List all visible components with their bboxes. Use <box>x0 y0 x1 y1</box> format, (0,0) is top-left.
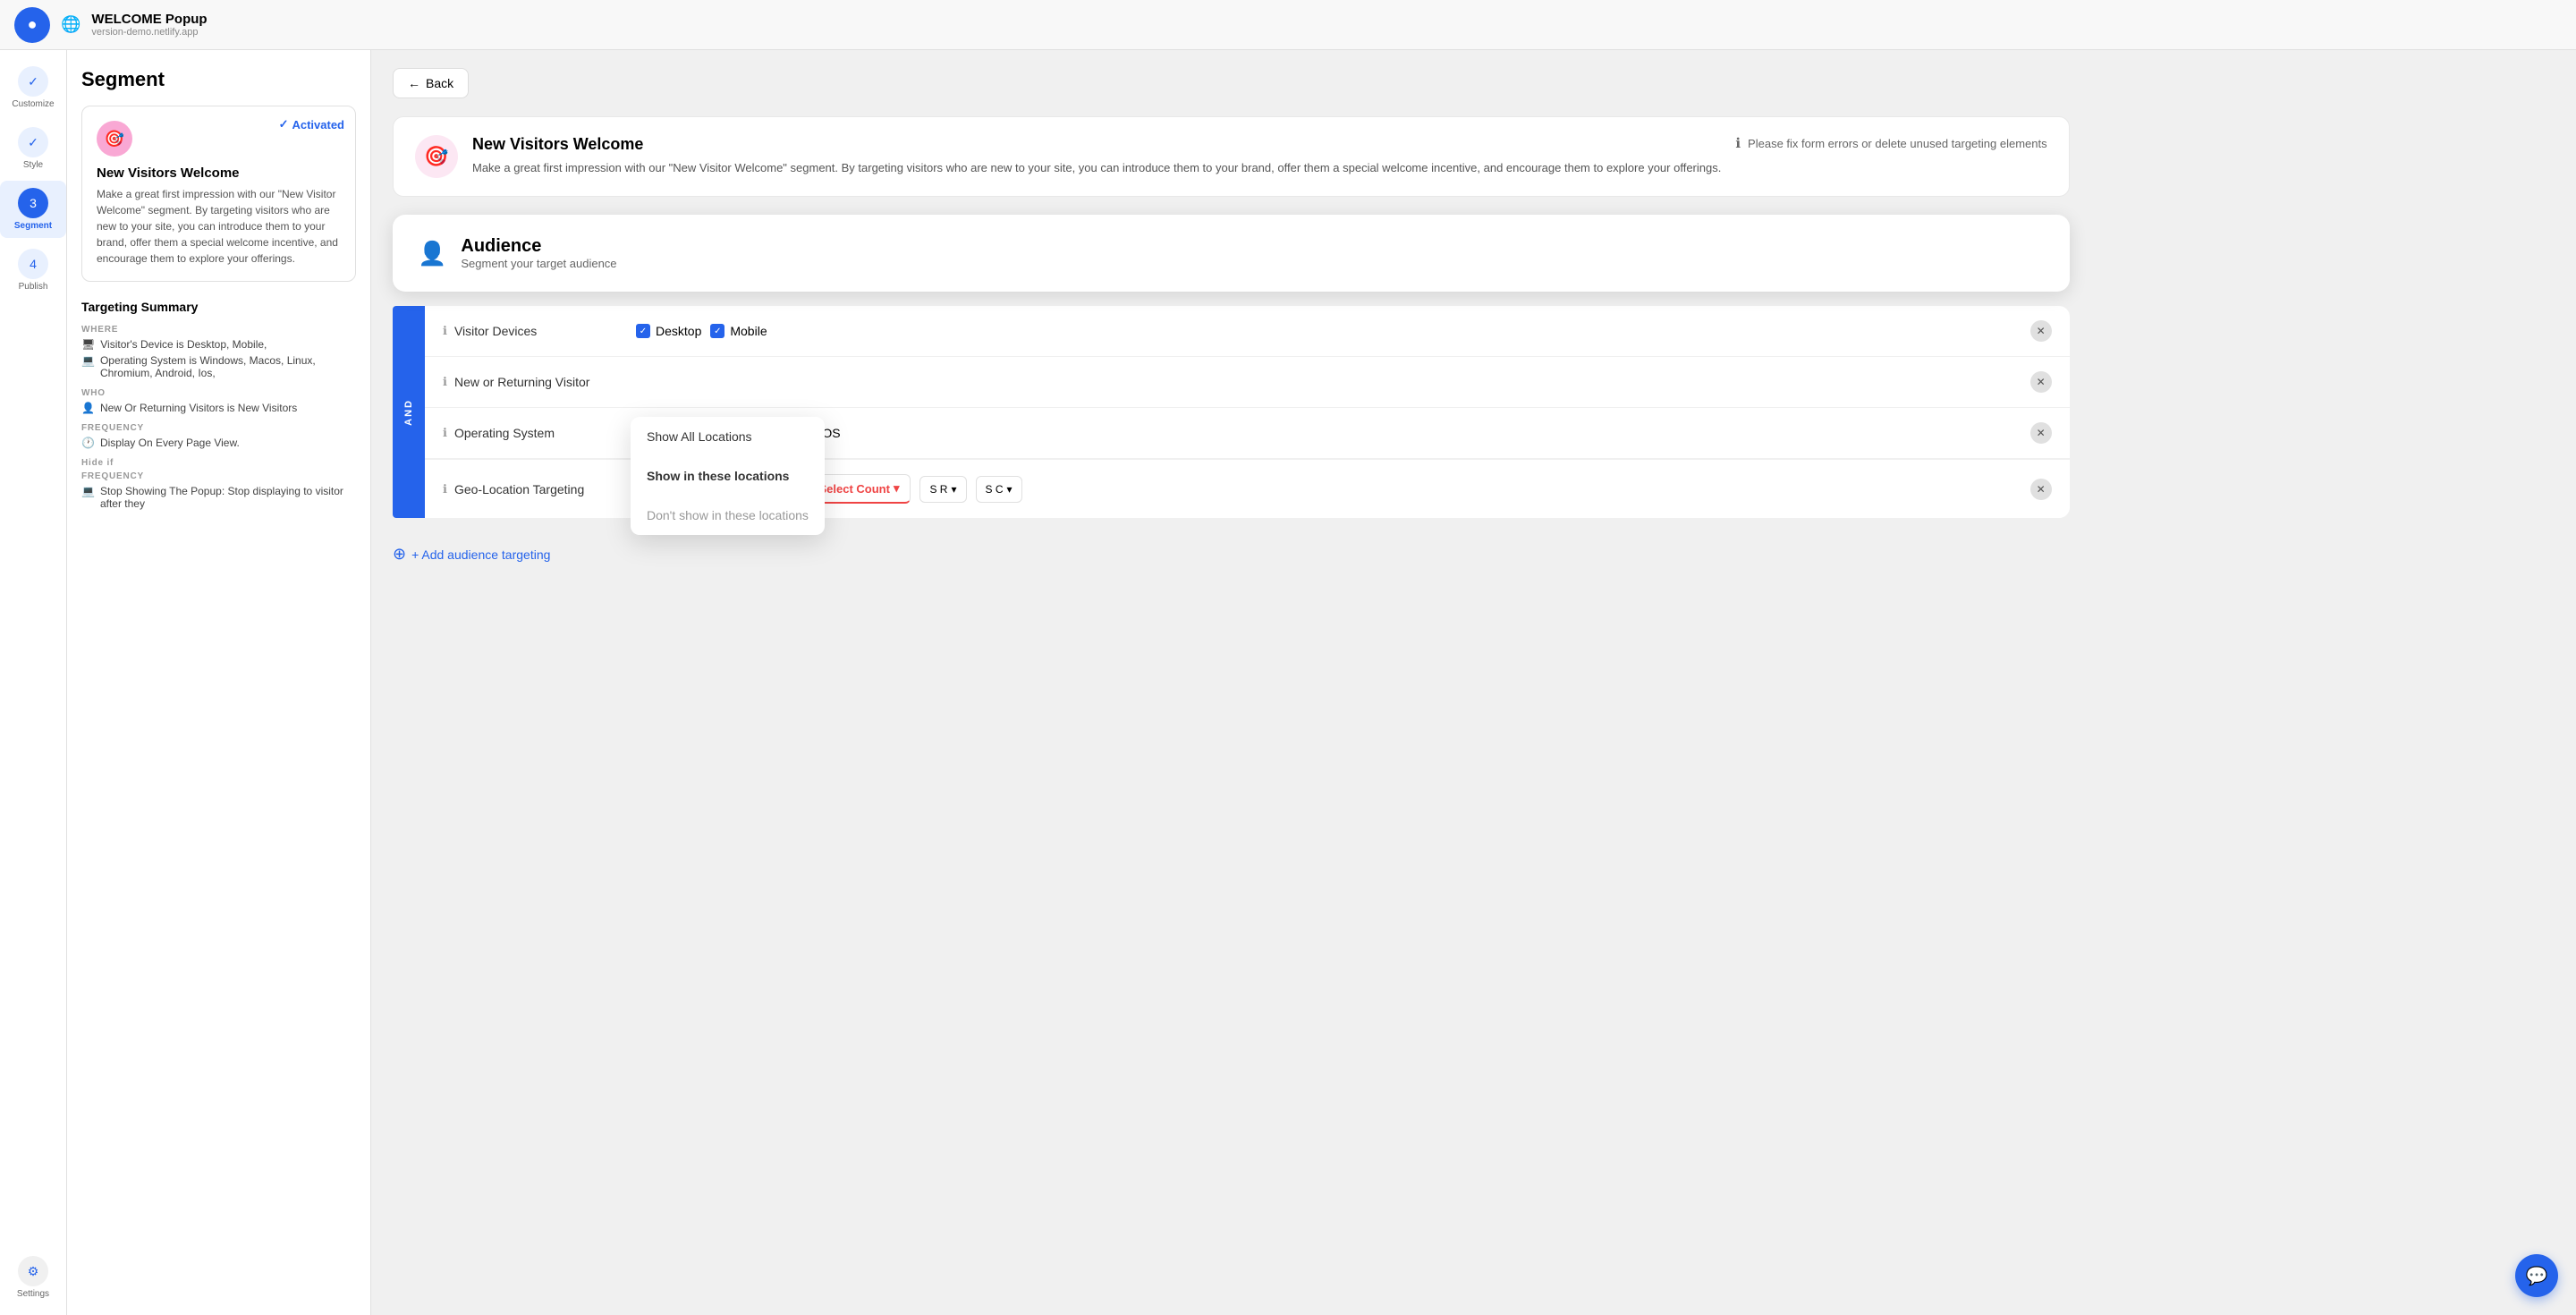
info-icon-geo: ℹ <box>443 482 447 496</box>
targeting-item: 💻 Operating System is Windows, Macos, Li… <box>81 354 356 379</box>
targeting-item: 👤 New Or Returning Visitors is New Visit… <box>81 402 356 414</box>
audience-card-title: Audience <box>461 236 616 257</box>
info-card-content: New Visitors Welcome Make a great first … <box>472 135 1721 178</box>
back-button[interactable]: ← Back <box>393 68 469 98</box>
icon-bar-label-customize: Customize <box>12 99 54 109</box>
os-label: ℹ Operating System <box>443 426 622 440</box>
hide-icon: 💻 <box>81 485 95 497</box>
targeting-summary: Targeting Summary WHERE 🖥 Visitor's Devi… <box>81 300 356 519</box>
segment-card: ✓ Activated 🎯 New Visitors Welcome Make … <box>81 106 356 282</box>
visitor-devices-label: ℹ Visitor Devices <box>443 324 622 338</box>
back-arrow-icon: ← <box>408 76 420 90</box>
info-card-icon: 🎯 <box>415 135 458 178</box>
os-controls: ws ✓ MacOs ✓ Android ✓ IOS <box>636 426 2016 440</box>
icon-bar-item-style[interactable]: ✓ Style <box>0 120 66 177</box>
icon-bar-item-customize[interactable]: ✓ Customize <box>0 59 66 116</box>
mobile-label: Mobile <box>730 324 767 338</box>
new-returning-row: ℹ New or Returning Visitor ✕ <box>425 357 2070 408</box>
audience-card-subtitle: Segment your target audience <box>461 257 616 270</box>
location-dropdown-menu: Show All Locations Show in these locatio… <box>631 417 825 535</box>
and-connector: AND <box>393 306 425 518</box>
frequency-label: FREQUENCY <box>81 423 356 433</box>
os-icon: 💻 <box>81 354 95 367</box>
icon-bar-label-settings: Settings <box>17 1289 49 1299</box>
hide-if-label: Hide if <box>81 458 356 468</box>
info-card: 🎯 New Visitors Welcome Make a great firs… <box>393 116 2070 197</box>
and-label: AND <box>403 399 414 426</box>
info-icon-devices: ℹ <box>443 324 447 338</box>
sidebar-title: Segment <box>81 68 356 91</box>
add-audience-targeting-button[interactable]: ⊕ + Add audience targeting <box>393 536 550 573</box>
chevron-down-sr-icon: ▾ <box>951 483 956 496</box>
chevron-down-sc-icon: ▾ <box>1007 483 1013 496</box>
hide-freq-label: FREQUENCY <box>81 471 356 481</box>
geo-label: ℹ Geo-Location Targeting <box>443 482 622 496</box>
info-icon-returning: ℹ <box>443 375 447 389</box>
app-title: WELCOME Popup <box>91 12 207 27</box>
icon-bar-item-segment[interactable]: 3 Segment <box>0 181 66 238</box>
targeting-summary-title: Targeting Summary <box>81 300 356 314</box>
geo-sc-select[interactable]: S C ▾ <box>976 476 1022 503</box>
mobile-checkbox[interactable]: ✓ <box>710 324 724 338</box>
desktop-checkbox-item[interactable]: ✓ Desktop <box>636 324 701 338</box>
user-icon: 👤 <box>81 402 95 414</box>
chat-icon: 💬 <box>2526 1265 2548 1287</box>
chevron-down-geo-icon: ▾ <box>894 481 900 496</box>
check-icon: ✓ <box>279 117 289 132</box>
targeting-item: 🕐 Display On Every Page View. <box>81 437 356 449</box>
warning-message: ℹ Please fix form errors or delete unuse… <box>1735 135 2046 151</box>
clock-icon: 🕐 <box>81 437 95 449</box>
icon-bar-item-publish[interactable]: 4 Publish <box>0 242 66 299</box>
desktop-label: Desktop <box>656 324 701 338</box>
desktop-checkbox[interactable]: ✓ <box>636 324 650 338</box>
who-label: WHO <box>81 388 356 398</box>
os-row: ℹ Operating System ws ✓ MacOs ✓ Android <box>425 408 2070 459</box>
audience-card: 👤 Audience Segment your target audience <box>393 215 2070 292</box>
globe-icon: 🌐 <box>61 15 80 34</box>
segment-card-icon: 🎯 <box>97 121 132 157</box>
targeting-item: 💻 Stop Showing The Popup: Stop displayin… <box>81 485 356 510</box>
remove-geo-button[interactable]: ✕ <box>2030 479 2052 500</box>
remove-devices-button[interactable]: ✕ <box>2030 320 2052 342</box>
icon-bar: ✓ Customize ✓ Style 3 Segment 4 Publish … <box>0 50 67 1315</box>
info-icon-os: ℹ <box>443 426 447 440</box>
visitor-devices-row: ℹ Visitor Devices ✓ Desktop ✓ Mobile <box>425 306 2070 357</box>
chat-fab-button[interactable]: 💬 <box>2515 1254 2558 1297</box>
plus-circle-icon: ⊕ <box>393 545 406 564</box>
main-content: ← Back 🎯 New Visitors Welcome Make a gre… <box>371 50 2091 1315</box>
device-icon: 🖥 <box>81 338 95 351</box>
icon-bar-label-style: Style <box>23 160 43 170</box>
sidebar: Segment ✓ Activated 🎯 New Visitors Welco… <box>67 50 371 1315</box>
icon-bar-item-settings[interactable]: ⚙ Settings <box>0 1249 66 1306</box>
dropdown-dont-show[interactable]: Don't show in these locations <box>631 496 825 535</box>
geo-controls: Show in these locations ▲ Select Count ▾… <box>636 474 2016 504</box>
info-card-desc: Make a great first impression with our "… <box>472 159 1721 178</box>
dropdown-show-all[interactable]: Show All Locations <box>631 417 825 456</box>
activated-badge: ✓ Activated <box>279 117 344 132</box>
remove-os-button[interactable]: ✕ <box>2030 422 2052 444</box>
icon-bar-label-publish: Publish <box>19 282 48 292</box>
warning-icon: ℹ <box>1735 135 1741 151</box>
geo-sr-select[interactable]: S R ▾ <box>919 476 966 503</box>
app-url: version-demo.netlify.app <box>91 27 207 38</box>
remove-returning-button[interactable]: ✕ <box>2030 371 2052 393</box>
segment-card-name: New Visitors Welcome <box>97 165 341 181</box>
app-logo[interactable]: ● <box>14 7 50 43</box>
segment-card-desc: Make a great first impression with our "… <box>97 186 341 267</box>
where-label: WHERE <box>81 325 356 335</box>
dropdown-show-in[interactable]: Show in these locations <box>631 456 825 496</box>
mobile-checkbox-item[interactable]: ✓ Mobile <box>710 324 767 338</box>
targeting-item: 🖥 Visitor's Device is Desktop, Mobile, <box>81 338 356 351</box>
info-card-title: New Visitors Welcome <box>472 135 1721 154</box>
new-returning-label: ℹ New or Returning Visitor <box>443 375 622 389</box>
icon-bar-label-segment: Segment <box>14 221 52 231</box>
audience-icon: 👤 <box>418 240 446 267</box>
visitor-devices-controls: ✓ Desktop ✓ Mobile <box>636 324 2016 338</box>
